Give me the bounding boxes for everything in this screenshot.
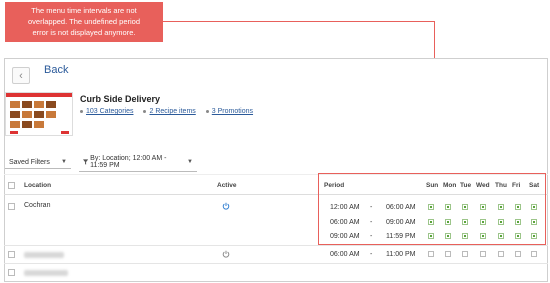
redacted-location bbox=[24, 270, 68, 276]
funnel-icon bbox=[83, 159, 89, 165]
callout-line-3: error is not displayed anymore. bbox=[32, 28, 136, 37]
menu-title: Curb Side Delivery bbox=[80, 94, 161, 104]
day-checkbox[interactable] bbox=[498, 251, 504, 257]
day-checkbox[interactable] bbox=[531, 251, 537, 257]
day-checkbox[interactable] bbox=[462, 251, 468, 257]
power-icon[interactable] bbox=[222, 202, 230, 210]
caret-down-icon: ▼ bbox=[61, 159, 67, 165]
row-checkbox[interactable] bbox=[8, 251, 15, 258]
location-time-filter[interactable]: By: Location; 12:00 AM - 11:59 PM ▼ bbox=[79, 153, 197, 172]
saved-filters-dropdown[interactable]: Saved Filters ▼ bbox=[5, 157, 71, 169]
period-start: 06:00 AM bbox=[330, 251, 360, 258]
select-all-checkbox[interactable] bbox=[8, 182, 15, 189]
row-checkbox[interactable] bbox=[8, 203, 15, 210]
filter-bar: Saved Filters ▼ By: Location; 12:00 AM -… bbox=[5, 153, 197, 172]
chevron-left-icon: ‹ bbox=[19, 69, 23, 82]
back-link[interactable]: Back bbox=[44, 64, 68, 76]
callout-line-2: overlapped. The undefined period bbox=[27, 17, 141, 26]
callout-line-1: The menu time intervals are not bbox=[31, 6, 137, 15]
menu-thumbnail bbox=[5, 92, 73, 136]
day-checkbox[interactable] bbox=[428, 251, 434, 257]
highlight-box bbox=[318, 173, 546, 245]
day-checkbox[interactable] bbox=[515, 251, 521, 257]
power-icon[interactable] bbox=[222, 250, 230, 258]
annotation-callout: The menu time intervals are not overlapp… bbox=[5, 2, 163, 42]
row-checkbox[interactable] bbox=[8, 269, 15, 276]
row-divider bbox=[4, 245, 548, 246]
recipe-items-link[interactable]: 2 Recipe items bbox=[143, 108, 196, 115]
callout-connector bbox=[163, 21, 435, 22]
back-button[interactable]: ‹ bbox=[12, 67, 30, 84]
header-active: Active bbox=[217, 182, 237, 189]
promotions-link[interactable]: 3 Promotions bbox=[205, 108, 253, 115]
day-checkbox[interactable] bbox=[480, 251, 486, 257]
header-location: Location bbox=[24, 182, 52, 189]
menu-links: 103 Categories 2 Recipe items 3 Promotio… bbox=[80, 108, 253, 115]
day-checkbox[interactable] bbox=[445, 251, 451, 257]
caret-down-icon: ▼ bbox=[187, 159, 193, 165]
period-end: 11:00 PM bbox=[386, 251, 416, 258]
categories-link[interactable]: 103 Categories bbox=[80, 108, 133, 115]
period-sep: - bbox=[370, 251, 373, 258]
row-divider bbox=[4, 263, 548, 264]
redacted-location bbox=[24, 252, 64, 258]
location-name[interactable]: Cochran bbox=[24, 202, 50, 209]
